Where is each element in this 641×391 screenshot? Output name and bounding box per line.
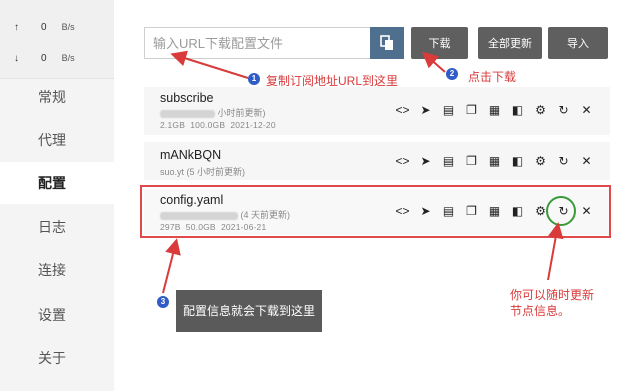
arrow-step3 [162,238,181,294]
step-badge: 3 [157,296,169,308]
arrow-step2 [422,51,446,73]
step2-text: 点击下载 [468,70,517,84]
highlight-circle [546,196,576,226]
note-line1: 你可以随时更新 [510,288,595,302]
annotation-overlay [140,50,611,294]
highlight-box [140,185,611,238]
step3-tooltip: 配置信息就会下载到这里 [176,290,323,332]
step-badge: 2 [446,68,458,80]
step-badge: 1 [248,73,260,85]
step1-text: 复制订阅地址URL到这里 [266,74,399,88]
arrow-step1 [170,50,249,79]
note-line2: 节点信息。 [510,304,571,318]
